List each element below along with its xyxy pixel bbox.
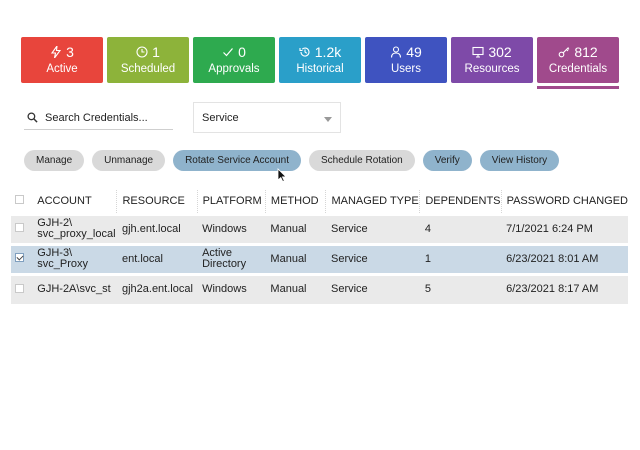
cell-dependents: 5 — [419, 272, 502, 304]
search-box — [24, 106, 173, 130]
column-header-password-changed[interactable]: PASSWORD CHANGED — [500, 190, 628, 214]
monitor-icon — [472, 46, 484, 58]
tile-count: 1 — [152, 44, 160, 60]
row-checkbox[interactable] — [15, 283, 24, 293]
select-all-cell — [11, 190, 32, 214]
action-bar: Manage Unmanage Rotate Service Account S… — [24, 150, 560, 171]
cell-password-changed: 6/23/2021 8:17 AM — [501, 272, 628, 304]
cell-account: GJH-2\ svc_proxy_local — [32, 212, 117, 244]
chevron-down-icon — [324, 116, 332, 122]
column-header-dependents[interactable]: DEPENDENTS — [419, 190, 502, 214]
cell-dependents: 4 — [419, 212, 502, 244]
table-row[interactable]: GJH-3\ svc_Proxy ent.local Active Direct… — [11, 242, 628, 274]
cell-method: Manual — [265, 272, 326, 304]
tile-count: 1.2k — [314, 44, 342, 60]
history-icon — [299, 47, 310, 57]
row-checkbox[interactable] — [15, 253, 24, 262]
lightning-icon — [51, 46, 62, 58]
tile-approvals[interactable]: 0 Approvals — [193, 37, 275, 83]
table-row[interactable]: GJH-2\ svc_proxy_local gjh.ent.local Win… — [11, 212, 628, 244]
cell-account: GJH-2A\svc_st — [32, 272, 117, 304]
cell-platform: Windows — [197, 272, 266, 304]
tile-label: Approvals — [208, 63, 260, 75]
tile-label: Active — [46, 63, 78, 75]
cell-platform: Windows — [197, 212, 266, 244]
credentials-table: ACCOUNT RESOURCE PLATFORM METHOD MANAGED… — [11, 190, 628, 304]
cell-password-changed: 6/23/2021 8:01 AM — [501, 242, 628, 274]
cell-dependents: 1 — [419, 242, 502, 274]
column-header-method[interactable]: METHOD — [264, 190, 326, 214]
cell-resource: gjh.ent.local — [116, 212, 198, 244]
column-header-platform[interactable]: PLATFORM — [196, 190, 266, 214]
cell-method: Manual — [265, 242, 326, 274]
tile-count: 0 — [238, 44, 246, 60]
user-icon — [391, 46, 402, 58]
tile-users[interactable]: 49 Users — [365, 37, 447, 83]
tile-scheduled[interactable]: 1 Scheduled — [107, 37, 189, 83]
tile-count: 3 — [66, 44, 74, 60]
cell-managed-type: Service — [325, 242, 420, 274]
column-header-managed-type[interactable]: MANAGED TYPE — [325, 190, 420, 214]
key-icon — [558, 47, 570, 58]
cell-platform: Active Directory — [197, 242, 266, 274]
verify-button[interactable]: Verify — [422, 150, 472, 171]
unmanage-button[interactable]: Unmanage — [92, 150, 166, 171]
manage-button[interactable]: Manage — [24, 150, 85, 171]
tile-label: Scheduled — [120, 63, 176, 75]
tile-label: Resources — [464, 63, 520, 75]
mouse-cursor-icon — [277, 168, 287, 182]
cell-password-changed: 7/1/2021 6:24 PM — [501, 212, 628, 244]
table-row[interactable]: GJH-2A\svc_st gjh2a.ent.local Windows Ma… — [11, 272, 628, 304]
tile-label: Credentials — [548, 63, 608, 75]
tile-count: 812 — [574, 44, 598, 60]
schedule-rotation-button[interactable]: Schedule Rotation — [309, 150, 415, 171]
check-icon — [223, 48, 234, 57]
cell-account: GJH-3\ svc_Proxy — [32, 242, 117, 274]
clock-icon — [136, 46, 148, 58]
tile-resources[interactable]: 302 Resources — [451, 37, 533, 83]
cell-managed-type: Service — [325, 212, 420, 244]
cell-managed-type: Service — [325, 272, 420, 304]
cell-method: Manual — [265, 212, 326, 244]
tile-count: 49 — [406, 44, 422, 60]
column-header-account[interactable]: ACCOUNT — [32, 190, 117, 214]
cell-resource: ent.local — [116, 242, 198, 274]
tile-count: 302 — [488, 44, 512, 60]
tile-label: Users — [390, 63, 422, 75]
filter-value: Service — [202, 111, 239, 124]
select-all-checkbox[interactable] — [15, 195, 24, 205]
summary-tiles: 3 Active 1 Scheduled 0 Approvals 1.2k Hi… — [21, 37, 619, 89]
managed-type-filter[interactable]: Service — [193, 102, 341, 133]
tile-historical[interactable]: 1.2k Historical — [279, 37, 361, 83]
row-checkbox[interactable] — [15, 223, 24, 232]
view-history-button[interactable]: View History — [479, 150, 560, 171]
tile-label: Historical — [296, 63, 344, 75]
search-icon — [27, 112, 38, 123]
column-header-resource[interactable]: RESOURCE — [116, 190, 198, 214]
table-header-row: ACCOUNT RESOURCE PLATFORM METHOD MANAGED… — [11, 190, 628, 214]
search-input[interactable] — [45, 111, 170, 124]
tile-active[interactable]: 3 Active — [21, 37, 103, 83]
tile-credentials[interactable]: 812 Credentials — [537, 37, 619, 89]
cell-resource: gjh2a.ent.local — [116, 272, 198, 304]
